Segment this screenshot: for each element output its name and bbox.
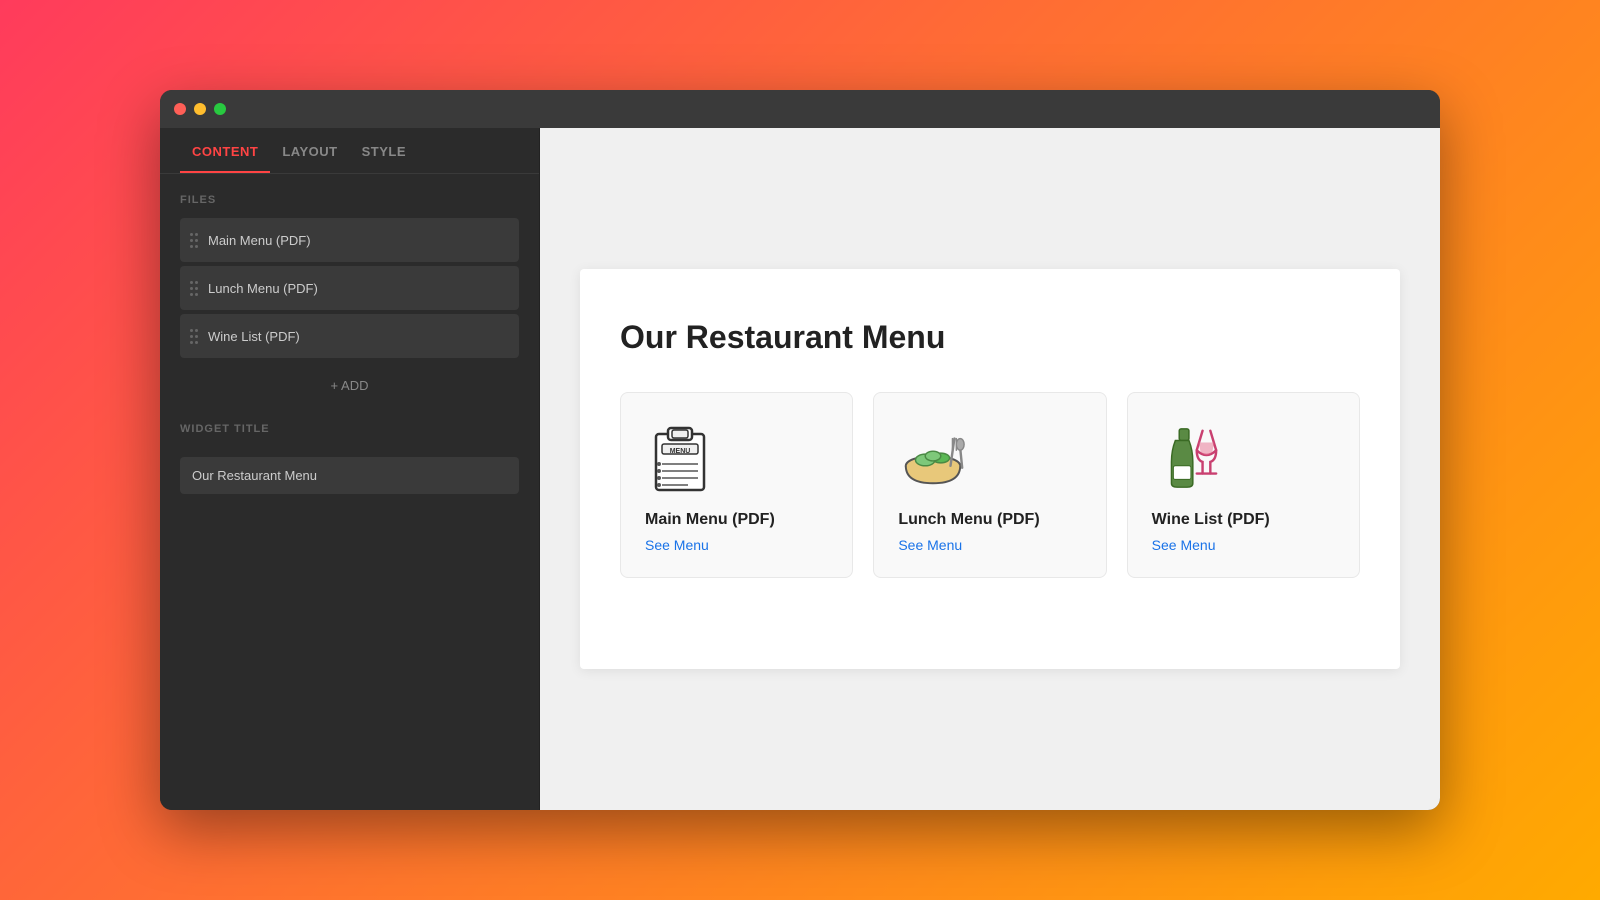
tab-content[interactable]: CONTENT xyxy=(180,128,270,173)
menu-clipboard-icon: MENU xyxy=(645,423,715,493)
menu-card-wine-list: Wine List (PDF) See Menu xyxy=(1127,392,1360,578)
tab-bar: CONTENT LAYOUT STYLE xyxy=(160,128,539,174)
card-link-lunch-menu[interactable]: See Menu xyxy=(898,537,962,553)
app-window: CONTENT LAYOUT STYLE FILES Main Menu (PD… xyxy=(160,90,1440,810)
app-body: CONTENT LAYOUT STYLE FILES Main Menu (PD… xyxy=(160,128,1440,810)
preview-title: Our Restaurant Menu xyxy=(620,319,1360,356)
drag-handle[interactable] xyxy=(190,233,198,248)
card-link-main-menu[interactable]: See Menu xyxy=(645,537,709,553)
file-item-main-menu[interactable]: Main Menu (PDF) xyxy=(180,218,519,262)
card-name-main-menu: Main Menu (PDF) xyxy=(645,511,775,529)
salad-bowl-icon xyxy=(898,423,968,493)
widget-title-section: WIDGET TITLE xyxy=(180,423,519,494)
file-item-wine-list[interactable]: Wine List (PDF) xyxy=(180,314,519,358)
widget-title-label: WIDGET TITLE xyxy=(180,423,519,435)
file-item-lunch-menu[interactable]: Lunch Menu (PDF) xyxy=(180,266,519,310)
menu-card-lunch-menu: Lunch Menu (PDF) See Menu xyxy=(873,392,1106,578)
file-name-lunch-menu: Lunch Menu (PDF) xyxy=(208,281,455,296)
duplicate-button-lunch-menu[interactable] xyxy=(455,276,479,300)
delete-button-lunch-menu[interactable] xyxy=(485,276,509,300)
tab-style[interactable]: STYLE xyxy=(350,128,418,173)
traffic-lights xyxy=(174,103,226,115)
minimize-button[interactable] xyxy=(194,103,206,115)
main-content: Our Restaurant Menu xyxy=(540,128,1440,810)
close-button[interactable] xyxy=(174,103,186,115)
card-name-wine-list: Wine List (PDF) xyxy=(1152,511,1270,529)
file-list: Main Menu (PDF) xyxy=(180,218,519,358)
drag-handle[interactable] xyxy=(190,329,198,344)
wine-bottle-icon xyxy=(1152,423,1222,493)
drag-handle[interactable] xyxy=(190,281,198,296)
card-link-wine-list[interactable]: See Menu xyxy=(1152,537,1216,553)
duplicate-button-wine-list[interactable] xyxy=(455,324,479,348)
duplicate-button-main-menu[interactable] xyxy=(455,228,479,252)
file-name-wine-list: Wine List (PDF) xyxy=(208,329,455,344)
card-name-lunch-menu: Lunch Menu (PDF) xyxy=(898,511,1039,529)
file-name-main-menu: Main Menu (PDF) xyxy=(208,233,455,248)
add-file-button[interactable]: + ADD xyxy=(180,368,519,403)
titlebar xyxy=(160,90,1440,128)
delete-button-wine-list[interactable] xyxy=(485,324,509,348)
maximize-button[interactable] xyxy=(214,103,226,115)
sidebar-content: FILES Main Menu (PDF) xyxy=(160,174,539,810)
menu-cards: MENU xyxy=(620,392,1360,578)
tab-layout[interactable]: LAYOUT xyxy=(270,128,349,173)
widget-title-input[interactable] xyxy=(180,457,519,494)
svg-text:MENU: MENU xyxy=(670,448,691,455)
sidebar: CONTENT LAYOUT STYLE FILES Main Menu (PD… xyxy=(160,128,540,810)
delete-button-main-menu[interactable] xyxy=(485,228,509,252)
files-section-label: FILES xyxy=(180,194,519,206)
preview-area: Our Restaurant Menu xyxy=(580,269,1400,669)
menu-card-main-menu: MENU xyxy=(620,392,853,578)
